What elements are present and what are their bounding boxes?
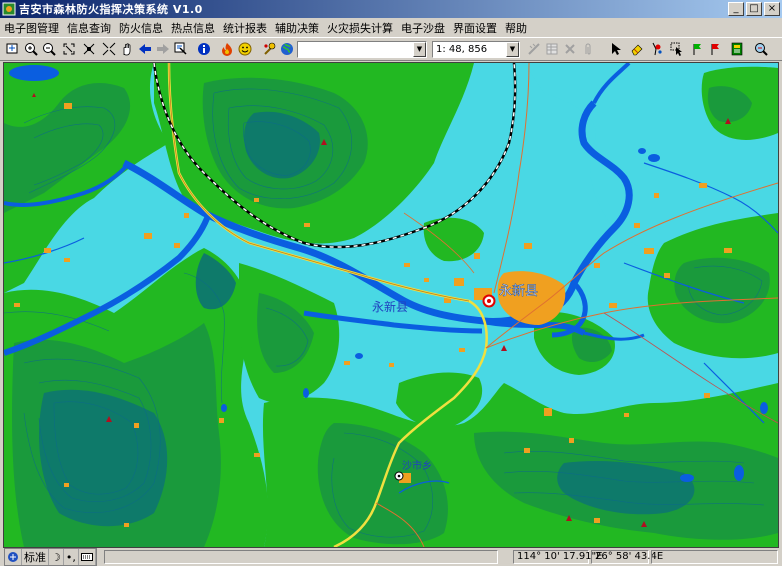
zoom-extent-icon[interactable] [80, 40, 98, 58]
identify-icon[interactable] [172, 40, 190, 58]
menu-loss-calc[interactable]: 火灾损失计算 [323, 20, 397, 36]
menu-map-management[interactable]: 电子图管理 [0, 20, 63, 36]
ime-keyboard-icon[interactable] [79, 549, 96, 565]
ime-moon-icon[interactable]: ☽ [49, 549, 64, 565]
latitude-readout: 26° 58' 43.4E [591, 550, 663, 564]
app-icon [2, 2, 16, 16]
zoom-out-icon[interactable] [40, 40, 58, 58]
window-controls: _ □ × [728, 2, 780, 16]
menu-statistics[interactable]: 统计报表 [219, 20, 271, 36]
smiley-icon[interactable] [236, 40, 254, 58]
pointer-icon[interactable] [606, 40, 624, 58]
select-icon[interactable] [668, 40, 686, 58]
zoom-window-icon[interactable] [100, 40, 118, 58]
globe-icon[interactable] [278, 40, 296, 58]
menu-help[interactable]: 帮助 [501, 20, 531, 36]
status-extra [651, 550, 778, 564]
fire-target-icon[interactable] [482, 294, 496, 308]
forward-arrow-icon[interactable] [154, 40, 172, 58]
zoom-in-icon[interactable] [22, 40, 40, 58]
menu-sand-table[interactable]: 电子沙盘 [397, 20, 449, 36]
book-icon[interactable] [728, 40, 746, 58]
menu-bar: 电子图管理 信息查询 防火信息 热点信息 统计报表 辅助决策 火灾损失计算 电子… [0, 18, 782, 37]
ime-punct-icon[interactable]: •, [64, 549, 79, 565]
green-flag-icon[interactable] [688, 40, 706, 58]
window-title: 吉安市森林防火指挥决策系统 V1.0 [19, 3, 203, 16]
info-icon[interactable] [195, 40, 213, 58]
village-marker-icon[interactable] [394, 471, 404, 481]
menu-decision-aid[interactable]: 辅助决策 [271, 20, 323, 36]
longitude-readout: 114° 10' 17.91"E [513, 550, 602, 564]
fullscreen-icon[interactable] [60, 40, 78, 58]
measure-icon[interactable] [525, 40, 543, 58]
menu-ui-settings[interactable]: 界面设置 [449, 20, 501, 36]
flag-icon[interactable] [648, 40, 666, 58]
ime-mode-label[interactable]: 标准 [22, 549, 49, 565]
minimize-button[interactable]: _ [728, 2, 744, 16]
fire-icon[interactable] [218, 40, 236, 58]
ime-logo-icon[interactable] [5, 549, 22, 565]
map-view[interactable]: 永新县 永新县 沙市乡 [3, 62, 779, 548]
label-village: 沙市乡 [402, 459, 432, 472]
close-button[interactable]: × [764, 2, 780, 16]
toolbar: ▼ 1: 48, 856 ▼ [0, 37, 782, 61]
scale-value: 1: 48, 856 [436, 44, 488, 55]
menu-hotspot-info[interactable]: 热点信息 [167, 20, 219, 36]
attach-icon[interactable] [579, 40, 597, 58]
zoom-icon[interactable] [752, 40, 770, 58]
chevron-down-icon[interactable]: ▼ [506, 42, 519, 57]
settings-icon[interactable] [260, 40, 278, 58]
table-icon[interactable] [543, 40, 561, 58]
menu-info-query[interactable]: 信息查询 [63, 20, 115, 36]
layer-icon[interactable] [4, 40, 22, 58]
ime-toolbar[interactable]: 标准 ☽ •, [4, 548, 97, 566]
title-bar: 吉安市森林防火指挥决策系统 V1.0 _ □ × [0, 0, 782, 18]
menu-fire-info[interactable]: 防火信息 [115, 20, 167, 36]
status-message [104, 550, 498, 564]
eraser-icon[interactable] [628, 40, 646, 58]
back-arrow-icon[interactable] [136, 40, 154, 58]
layer-select[interactable]: ▼ [297, 41, 427, 58]
maximize-button[interactable]: □ [746, 2, 762, 16]
scale-select[interactable]: 1: 48, 856 ▼ [432, 41, 520, 58]
label-town-center: 永新县 [499, 283, 538, 299]
delete-icon[interactable] [561, 40, 579, 58]
status-bar: 标准 ☽ •, 114° 10' 17.91"E 26° 58' 43.4E [0, 548, 782, 566]
red-flag-icon[interactable] [706, 40, 724, 58]
pan-hand-icon[interactable] [118, 40, 136, 58]
label-region-left: 永新县 [372, 299, 408, 314]
chevron-down-icon[interactable]: ▼ [413, 42, 426, 57]
